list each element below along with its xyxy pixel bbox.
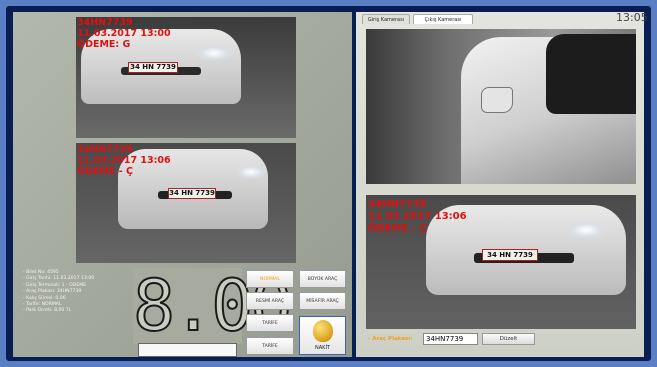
exit-camera-image-right: 34 HN 7739 34HN7739 11.03.2017 13:06 ÖDE… [366,195,636,329]
headlight [236,165,266,179]
license-plate: 34 HN 7739 [482,249,538,261]
edit-button[interactable]: Düzelt [482,333,535,345]
headlight [196,45,232,61]
license-plate: 34 HN 7739 [128,62,178,73]
overlay-datetime: 11.03.2017 13:06 [77,155,171,166]
fee-display-value: 8.00 [132,264,294,348]
plate-label: - Araç Plakası: [368,336,413,342]
headlight [566,221,606,239]
overlay-payment: ÖDEME - Ç [77,166,133,177]
overlay-payment: ÖDEME: G [77,39,131,50]
license-plate: 34 HN 7739 [168,188,216,199]
clock: 13:05 [616,11,648,24]
overlay-payment: ÖDEME - Ç [368,223,427,234]
tab-entry-camera[interactable]: Giriş Kamerası [362,14,410,24]
normal-button[interactable]: NORMAL [246,270,294,288]
side-mirror [481,87,513,113]
info-fee: - Park Ücreti: 8,00 TL [23,308,72,314]
cash-button[interactable]: NAKİT [299,316,346,355]
official-vehicle-button[interactable]: RESMİ ARAÇ [246,292,294,310]
overlay-plate: 34HN7739 [77,144,133,155]
fee-display: 8.00 [132,264,294,348]
exit-camera-image-left: 34 HN 7739 34HN7739 11.03.2017 13:06 ÖDE… [76,143,296,263]
exit-camera-live-image [366,29,636,184]
ticket-info: - Bilet No: 4595 - Giriş Tarihi: 11.03.2… [23,270,128,315]
tab-exit-camera[interactable]: Çıkış Kamerası [413,14,473,24]
guest-vehicle-button[interactable]: MİSAFİR ARAÇ [299,292,346,310]
overlay-plate: 34HN7739 [368,199,427,210]
cash-button-label: NAKİT [315,345,330,351]
tariff-button-2[interactable]: TARİFE [246,337,294,355]
overlay-datetime: 11.03.2017 13:00 [77,28,171,39]
overlay-plate: 34HN7739 [77,17,133,28]
tariff-button-1[interactable]: TARİFE [246,314,294,332]
entry-camera-image: 34 HN 7739 34HN7739 11.03.2017 13:00 ÖDE… [76,17,296,138]
barcode-input[interactable] [138,343,237,357]
overlay-datetime: 11.03.2017 13:06 [368,211,467,222]
car-window [546,34,636,114]
plate-input[interactable]: 34HN7739 [423,333,478,345]
large-vehicle-button[interactable]: BÜYÜK ARAÇ [299,270,346,288]
money-bag-icon [313,320,333,342]
